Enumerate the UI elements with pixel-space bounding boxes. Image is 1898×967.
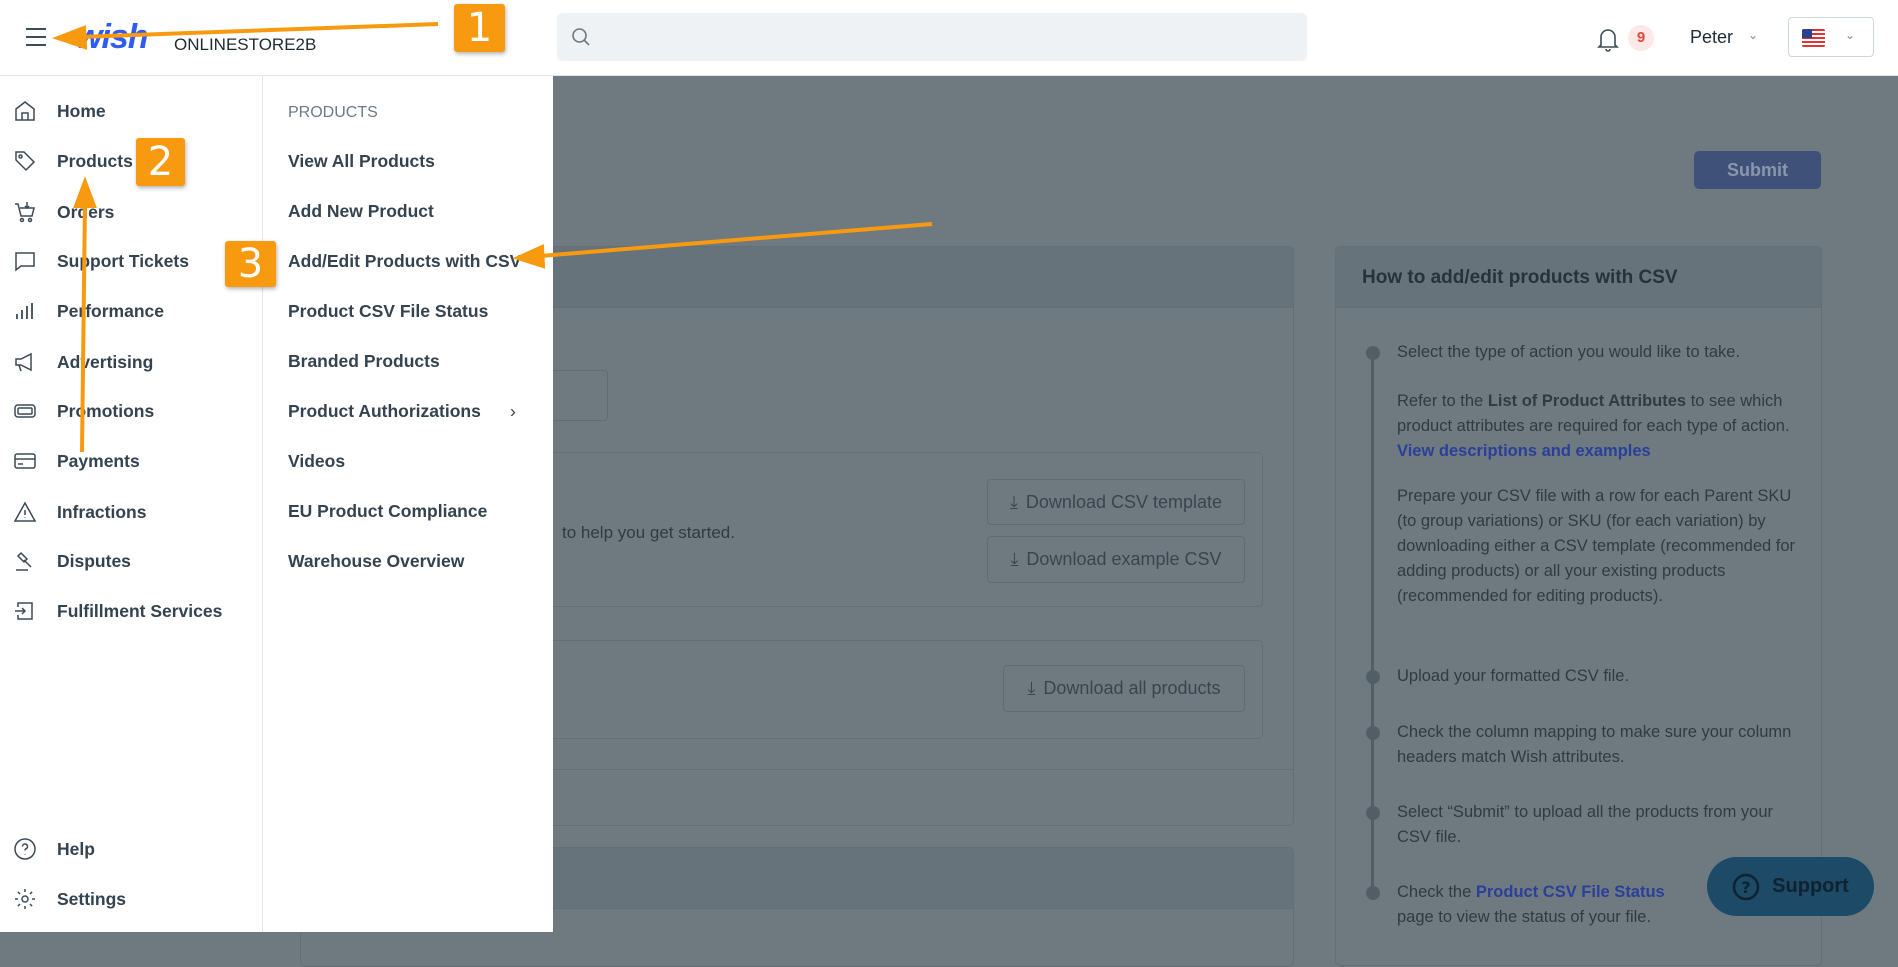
download-csv-template-button[interactable]: ⤓ Download CSV template xyxy=(987,479,1245,525)
sidebar-item-disputes[interactable]: Disputes xyxy=(0,541,263,581)
sidebar-item-label: Settings xyxy=(57,888,127,909)
sidebar-item-products[interactable]: Products xyxy=(0,141,263,181)
submenu-item-warehouse-overview[interactable]: Warehouse Overview xyxy=(288,551,538,572)
sidebar-item-advertising[interactable]: Advertising xyxy=(0,342,263,382)
chevron-right-icon: › xyxy=(510,401,516,421)
download-icon: ⤓ xyxy=(1009,491,1018,512)
chat-icon xyxy=(15,252,35,272)
notification-badge: 9 xyxy=(1628,25,1654,51)
howto-title: How to add/edit products with CSV xyxy=(1362,267,1678,288)
store-name: ONLINESTORE2B xyxy=(174,35,317,54)
submenu-item-add-new-product[interactable]: Add New Product xyxy=(288,201,538,222)
submenu-item-eu-product-compliance[interactable]: EU Product Compliance xyxy=(288,501,538,522)
gear-icon xyxy=(15,889,35,909)
sidebar-item-label: Performance xyxy=(57,300,164,321)
sidebar-item-promotions[interactable]: Promotions xyxy=(0,391,263,431)
step-1-refer: Refer to the List of Product Attributes … xyxy=(1397,392,1790,460)
sidebar-item-label: Payments xyxy=(57,450,140,471)
warning-icon xyxy=(13,501,37,522)
submenu-item-view-all-products[interactable]: View All Products xyxy=(288,151,538,172)
sidebar-item-label: Infractions xyxy=(57,501,147,522)
step-1: Select the type of action you would like… xyxy=(1397,343,1741,361)
svg-text:?: ? xyxy=(1742,878,1751,897)
download-icon: ⤓ xyxy=(1027,678,1036,698)
gavel-icon xyxy=(16,551,32,571)
download-icon: ⤓ xyxy=(1010,549,1019,569)
sidebar-item-label: Disputes xyxy=(57,550,131,571)
sidebar-item-label: Support Tickets xyxy=(57,250,189,271)
button-label: Download CSV template xyxy=(1025,491,1223,512)
submenu-item-videos[interactable]: Videos xyxy=(288,451,538,472)
button-label: Download example CSV xyxy=(1026,549,1222,569)
product-csv-file-status-link[interactable]: Product CSV File Status xyxy=(1476,883,1665,901)
timeline-dot xyxy=(1366,806,1380,820)
step-3: Check the column mapping to make sure yo… xyxy=(1397,723,1792,766)
step-4: Select “Submit” to upload all the produc… xyxy=(1397,803,1774,846)
help-circle-icon: ? xyxy=(1732,873,1760,900)
sidebar-item-label: Promotions xyxy=(57,400,155,421)
sidebar-item-infractions[interactable]: Infractions xyxy=(0,492,263,532)
timeline-dot xyxy=(1366,670,1380,684)
step-1-prepare: Prepare your CSV file with a row for eac… xyxy=(1397,487,1796,605)
download-all-products-button[interactable]: ⤓ Download all products xyxy=(1003,665,1245,712)
submenu-item-label: Product Authorizations xyxy=(288,401,481,421)
sidebar-item-payments[interactable]: Payments xyxy=(0,441,263,481)
submit-button[interactable]: Submit xyxy=(1694,151,1821,189)
button-label: Download all products xyxy=(1043,678,1221,698)
submenu-item-product-authorizations[interactable]: Product Authorizations › xyxy=(288,401,538,422)
sidebar-item-label: Help xyxy=(57,838,95,859)
view-descriptions-link[interactable]: View descriptions and examples xyxy=(1397,442,1651,460)
sidebar-item-home[interactable]: Home xyxy=(0,91,263,131)
download-example-csv-button[interactable]: ⤓ Download example CSV xyxy=(987,536,1245,583)
bar-chart-icon xyxy=(16,303,33,319)
hamburger-menu-icon[interactable] xyxy=(26,28,46,46)
sidebar-item-label: Fulfillment Services xyxy=(57,600,223,621)
timeline-dot xyxy=(1366,726,1380,740)
bell-icon[interactable] xyxy=(1596,26,1620,52)
timeline-dot xyxy=(1366,886,1380,900)
step-2: Upload your formatted CSV file. xyxy=(1397,667,1630,685)
step-5: Check the Product CSV File Status page t… xyxy=(1397,883,1665,926)
search-icon xyxy=(572,28,590,46)
sidebar-item-label: Advertising xyxy=(57,351,154,372)
sidebar-item-fulfillment-services[interactable]: Fulfillment Services xyxy=(0,591,263,631)
search-input[interactable] xyxy=(557,13,1307,61)
sidebar-item-orders[interactable]: Orders xyxy=(0,192,263,232)
home-icon xyxy=(15,101,35,121)
box-arrow-icon xyxy=(15,602,33,620)
ticket-icon xyxy=(14,404,36,418)
template-description: to help you get started. xyxy=(562,523,735,542)
credit-card-icon xyxy=(14,453,36,469)
cart-icon xyxy=(15,202,35,223)
us-flag-icon xyxy=(1802,29,1825,47)
submenu-item-product-csv-file-status[interactable]: Product CSV File Status xyxy=(288,301,538,322)
chevron-down-icon[interactable]: ⌄ xyxy=(1748,28,1758,42)
sidebar-item-label: Orders xyxy=(57,201,115,222)
sidebar-item-label: Products xyxy=(57,150,133,171)
help-icon xyxy=(14,838,36,860)
top-header: wish ONLINESTORE2B 9 Peter ⌄ ⌄ xyxy=(0,0,1898,76)
support-label: Support xyxy=(1772,875,1849,897)
sidebar-item-support-tickets[interactable]: Support Tickets xyxy=(0,241,263,281)
submenu-item-branded-products[interactable]: Branded Products xyxy=(288,351,538,372)
tag-icon xyxy=(15,151,36,172)
sidebar-item-performance[interactable]: Performance xyxy=(0,291,263,331)
submenu-item-add-edit-products-csv[interactable]: Add/Edit Products with CSV xyxy=(288,251,538,272)
annotation-3: 3 xyxy=(225,241,276,287)
wish-logo[interactable]: wish xyxy=(76,18,149,57)
sidebar-item-settings[interactable]: Settings xyxy=(0,879,263,919)
sidebar-item-help[interactable]: Help xyxy=(0,829,263,869)
timeline-dot xyxy=(1366,346,1380,360)
sidebar-item-label: Home xyxy=(57,100,106,121)
user-menu[interactable]: Peter xyxy=(1690,27,1733,48)
chevron-down-icon: ⌄ xyxy=(1845,28,1856,42)
language-selector[interactable]: ⌄ xyxy=(1788,17,1874,57)
support-button[interactable]: ? Support xyxy=(1707,857,1874,916)
sidebar: Home Products Orders Support Tickets Per… xyxy=(0,76,263,932)
annotation-2: 2 xyxy=(136,138,185,186)
products-submenu: PRODUCTS View All Products Add New Produ… xyxy=(263,76,553,932)
megaphone-icon xyxy=(15,352,32,372)
annotation-1: 1 xyxy=(454,4,505,52)
submenu-heading: PRODUCTS xyxy=(288,104,378,121)
